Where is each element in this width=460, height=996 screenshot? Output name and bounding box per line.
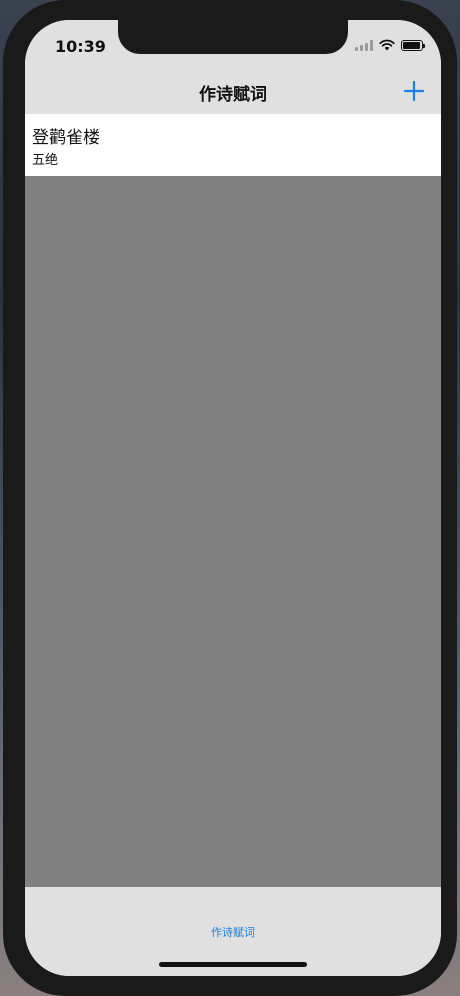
wifi-icon bbox=[379, 39, 395, 51]
nav-title: 作诗赋词 bbox=[199, 85, 267, 105]
status-bar: 10:39 bbox=[25, 20, 441, 70]
battery-icon bbox=[401, 39, 425, 51]
home-indicator[interactable] bbox=[159, 962, 307, 967]
plus-icon bbox=[403, 80, 425, 102]
tab-poems[interactable]: 作诗赋词 bbox=[25, 924, 441, 940]
list-item[interactable]: 登鹳雀楼 五绝 bbox=[25, 114, 441, 176]
notch bbox=[118, 20, 348, 54]
status-icons bbox=[355, 39, 425, 51]
tab-bar: 作诗赋词 bbox=[25, 887, 441, 976]
add-button[interactable] bbox=[399, 76, 429, 106]
signal-icon bbox=[355, 39, 373, 51]
phone-frame: 10:39 作诗赋词 登鹳雀楼 五绝 作诗赋词 bbox=[3, 0, 457, 996]
status-time: 10:39 bbox=[55, 37, 106, 56]
item-title: 登鹳雀楼 bbox=[32, 128, 100, 148]
screen: 10:39 作诗赋词 登鹳雀楼 五绝 作诗赋词 bbox=[25, 20, 441, 976]
item-subtitle: 五绝 bbox=[32, 153, 59, 168]
navigation-bar: 作诗赋词 bbox=[25, 70, 441, 114]
poem-list[interactable]: 登鹳雀楼 五绝 bbox=[25, 114, 441, 887]
